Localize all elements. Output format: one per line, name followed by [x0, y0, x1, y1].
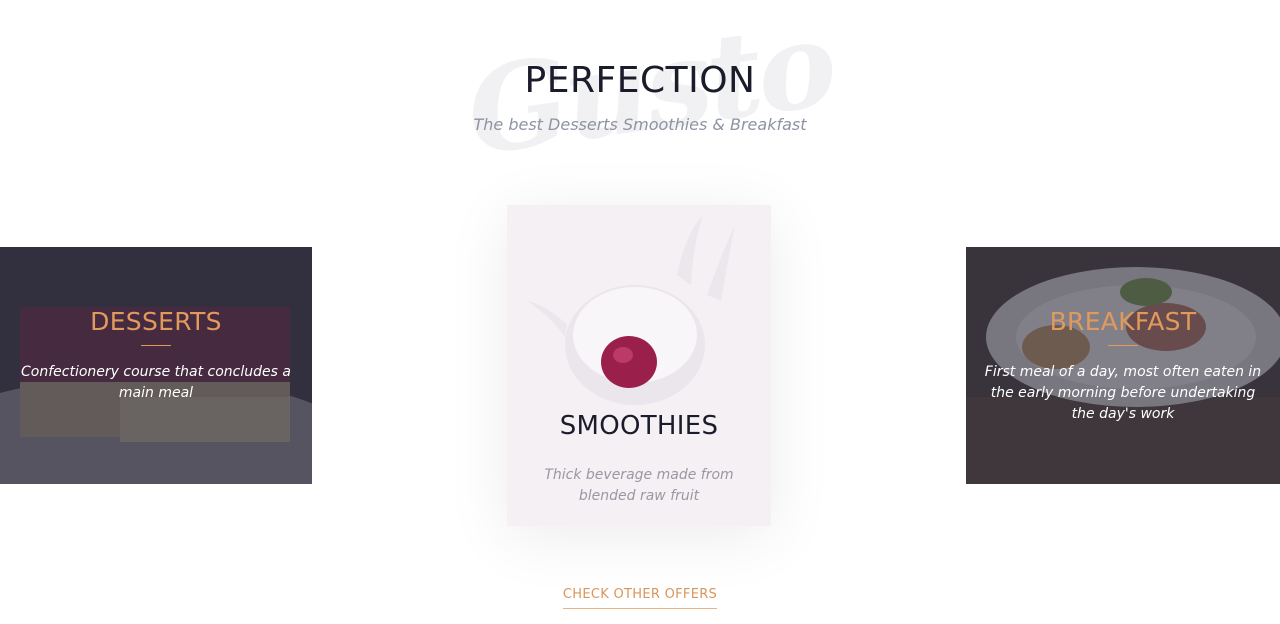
breakfast-content: BREAKFAST First meal of a day, most ofte… — [966, 307, 1280, 425]
smoothies-content: SMOOTHIES Thick beverage made from blend… — [507, 411, 771, 507]
desserts-card[interactable]: DESSERTS Confectionery course that concl… — [0, 247, 312, 484]
desserts-divider — [141, 345, 171, 346]
desserts-content: DESSERTS Confectionery course that concl… — [0, 307, 312, 404]
smoothies-description: Thick beverage made from blended raw fru… — [544, 467, 734, 504]
section-subtitle: The best Desserts Smoothies & Breakfast — [473, 115, 807, 134]
cta-wrapper: CHECK OTHER OFFERS — [0, 583, 1280, 609]
breakfast-card[interactable]: BREAKFAST First meal of a day, most ofte… — [966, 247, 1280, 484]
section-title: PERFECTION — [524, 60, 756, 101]
desserts-description: Confectionery course that concludes a ma… — [21, 364, 291, 401]
desserts-title: DESSERTS — [90, 307, 222, 336]
smoothies-card[interactable]: SMOOTHIES Thick beverage made from blend… — [507, 205, 771, 526]
breakfast-description: First meal of a day, most often eaten in… — [984, 364, 1262, 422]
smoothies-title: SMOOTHIES — [559, 411, 719, 441]
breakfast-divider — [1108, 345, 1138, 346]
check-other-offers-link[interactable]: CHECK OTHER OFFERS — [562, 587, 718, 609]
breakfast-title: BREAKFAST — [1049, 307, 1197, 336]
